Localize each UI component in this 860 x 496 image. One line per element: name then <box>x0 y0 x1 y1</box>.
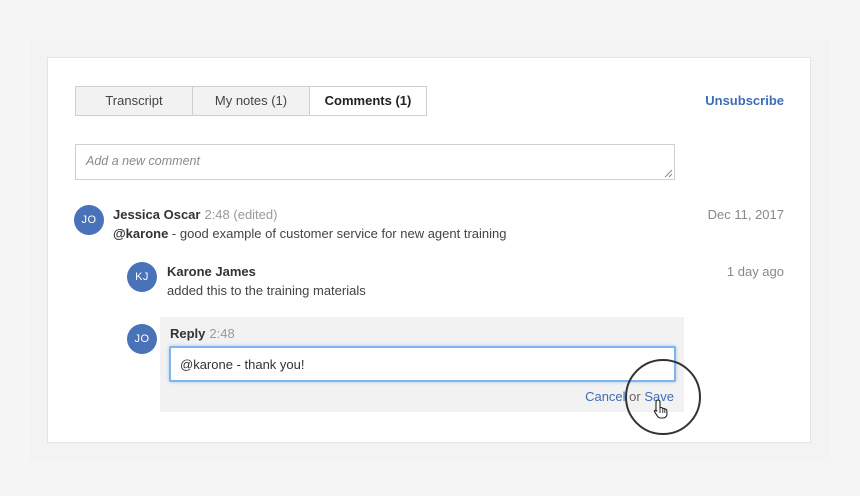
unsubscribe-link[interactable]: Unsubscribe <box>705 93 784 108</box>
avatar: JO <box>127 324 157 354</box>
comment-text: - good example of customer service for n… <box>168 226 507 241</box>
reply-input[interactable] <box>169 346 676 382</box>
comment-author[interactable]: Karone James <box>167 264 256 279</box>
hand-cursor-icon <box>653 399 668 419</box>
highlight-circle <box>625 359 701 435</box>
tab-comments[interactable]: Comments (1) <box>310 87 426 115</box>
tab-my-notes[interactable]: My notes (1) <box>193 87 310 115</box>
comment-meta: 2:48 (edited) <box>204 207 278 222</box>
resize-grip-icon[interactable] <box>664 169 673 178</box>
avatar: KJ <box>127 262 157 292</box>
mention[interactable]: @karone <box>113 226 168 241</box>
comment-date: Dec 11, 2017 <box>707 207 784 222</box>
comment-author: Jessica Oscar 2:48 (edited) <box>113 207 277 222</box>
tab-transcript[interactable]: Transcript <box>76 87 193 115</box>
reply-label: Reply 2:48 <box>170 326 235 341</box>
reply-time: 2:48 <box>209 326 235 341</box>
cancel-link[interactable]: Cancel <box>585 389 625 404</box>
new-comment-input[interactable] <box>75 144 675 180</box>
comment-body: @karone - good example of customer servi… <box>113 226 506 241</box>
reply-title: Reply <box>170 326 206 341</box>
author-name[interactable]: Jessica Oscar <box>113 207 200 222</box>
avatar: JO <box>74 205 104 235</box>
tab-bar: Transcript My notes (1) Comments (1) <box>75 86 427 116</box>
comment-body: added this to the training materials <box>167 283 366 298</box>
comment-date: 1 day ago <box>726 264 784 279</box>
